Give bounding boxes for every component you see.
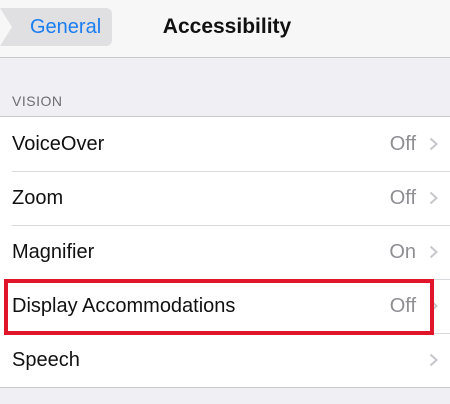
navigation-bar: General Accessibility <box>0 0 450 58</box>
row-value: On <box>389 241 416 263</box>
row-speech[interactable]: Speech <box>0 333 450 387</box>
chevron-right-icon <box>429 191 438 205</box>
vision-settings-group: VoiceOver Off Zoom Off Magnifier On Disp… <box>0 116 450 388</box>
row-magnifier[interactable]: Magnifier On <box>0 225 450 279</box>
row-label: Display Accommodations <box>12 295 236 317</box>
row-value: Off <box>389 187 416 209</box>
row-value: Off <box>389 295 416 317</box>
row-label: Speech <box>12 349 80 371</box>
chevron-right-icon <box>429 245 438 259</box>
row-zoom[interactable]: Zoom Off <box>0 171 450 225</box>
row-value: Off <box>389 133 416 155</box>
row-display-accommodations[interactable]: Display Accommodations Off <box>0 279 450 333</box>
chevron-right-icon <box>429 137 438 151</box>
row-voiceover[interactable]: VoiceOver Off <box>0 117 450 171</box>
section-header-vision: VISION <box>12 93 63 109</box>
page-title: Accessibility <box>162 15 292 38</box>
chevron-right-icon <box>429 353 438 367</box>
row-label: Zoom <box>12 187 64 209</box>
chevron-right-icon <box>429 299 438 313</box>
row-label: VoiceOver <box>12 133 105 155</box>
row-label: Magnifier <box>12 241 95 263</box>
